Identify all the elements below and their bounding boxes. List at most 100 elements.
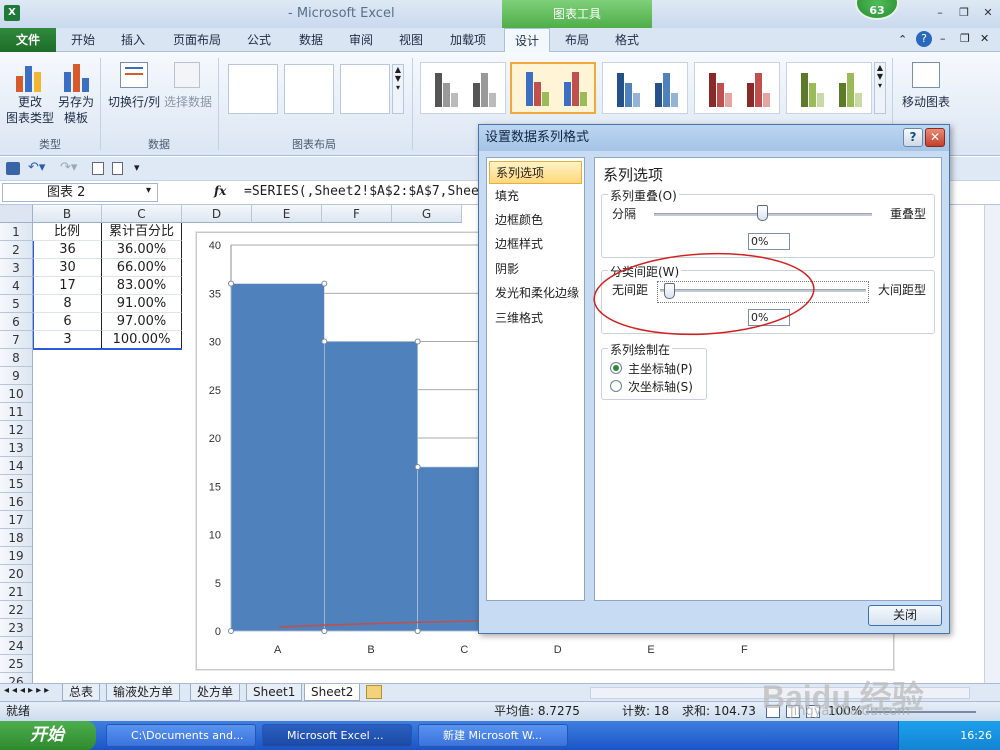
sheet-tab-summary[interactable]: 总表 [62, 684, 101, 701]
row-header[interactable]: 5 [0, 295, 33, 313]
column-header-b[interactable]: B [33, 205, 102, 223]
primary-axis-radio[interactable] [610, 362, 622, 374]
row-header[interactable]: 19 [0, 547, 33, 565]
select-data-icon[interactable] [174, 62, 200, 88]
new-document-icon[interactable] [112, 162, 123, 175]
sheet-nav-arrows-icon[interactable]: ◂◂◂▸▸▸ [4, 685, 52, 696]
row-header[interactable]: 4 [0, 277, 33, 295]
sheet-tab-sheet1[interactable]: Sheet1 [246, 684, 303, 701]
insert-function-icon[interactable]: fx [214, 184, 226, 198]
switch-row-column-button[interactable]: 切换行/列 [106, 94, 162, 110]
row-header[interactable]: 18 [0, 529, 33, 547]
nav-border-style[interactable]: 边框样式 [489, 233, 582, 256]
cell-b-value[interactable]: 36 [33, 241, 102, 259]
row-header[interactable]: 15 [0, 475, 33, 493]
row-header[interactable]: 22 [0, 601, 33, 619]
cell-c-value[interactable]: 91.00% [102, 295, 182, 313]
restore-icon[interactable]: ❐ [956, 6, 972, 20]
collapse-ribbon-icon[interactable]: ⌃ [898, 33, 907, 46]
name-box[interactable]: 图表 2 [2, 183, 158, 202]
vertical-scrollbar[interactable] [984, 205, 1000, 683]
cell-b-value[interactable]: 3 [33, 331, 102, 349]
row-header[interactable]: 10 [0, 385, 33, 403]
tab-design[interactable]: 设计 [504, 28, 550, 52]
tab-review[interactable]: 审阅 [340, 28, 382, 52]
tab-page-layout[interactable]: 页面布局 [166, 28, 228, 52]
chart-style-gray-thumbnail[interactable] [420, 62, 506, 114]
move-chart-button[interactable]: 移动图表 [898, 94, 954, 110]
chart-style-blue-thumbnail[interactable] [602, 62, 688, 114]
column-header-c[interactable]: C [102, 205, 182, 223]
excel-app-icon[interactable]: X [4, 5, 20, 21]
row-header[interactable]: 3 [0, 259, 33, 277]
cell-b-value[interactable]: 6 [33, 313, 102, 331]
customize-qat-icon[interactable]: ▾ [134, 161, 140, 174]
overlap-slider-thumb[interactable] [757, 205, 768, 221]
start-button[interactable]: 开始 [0, 721, 96, 750]
overlap-value-input[interactable]: 0% [748, 233, 790, 250]
print-preview-icon[interactable] [92, 162, 104, 175]
cell-b-value[interactable]: 17 [33, 277, 102, 295]
undo-icon[interactable]: ↶▾ [28, 160, 45, 175]
style-gallery-scroll-icon[interactable]: ▲ ▼ ▾ [874, 62, 886, 114]
tab-file[interactable]: 文件 [0, 28, 56, 52]
cell-c-value[interactable]: 83.00% [102, 277, 182, 295]
sheet-tab-sheet2[interactable]: Sheet2 [304, 684, 361, 701]
cell-c1-header[interactable]: 累计百分比 [102, 223, 182, 241]
mini-restore-icon[interactable]: ❐ [960, 32, 970, 45]
help-icon[interactable]: ? [916, 31, 932, 47]
sheet-tab-infusion[interactable]: 输液处方单 [106, 684, 181, 701]
cell-c-value[interactable]: 100.00% [102, 331, 182, 349]
row-header[interactable]: 7 [0, 331, 33, 349]
chart-style-green-thumbnail[interactable] [786, 62, 872, 114]
taskbar-excel[interactable]: Microsoft Excel ... [262, 724, 412, 747]
save-as-template-icon[interactable] [62, 60, 92, 92]
row-header[interactable]: 1 [0, 223, 33, 241]
secondary-axis-radio[interactable] [610, 380, 622, 392]
row-header[interactable]: 2 [0, 241, 33, 259]
row-header[interactable]: 16 [0, 493, 33, 511]
chart-layout-3-thumbnail[interactable] [340, 64, 390, 114]
tab-formulas[interactable]: 公式 [238, 28, 280, 52]
chart-layout-2-thumbnail[interactable] [284, 64, 334, 114]
cell-c-value[interactable]: 66.00% [102, 259, 182, 277]
row-header[interactable]: 14 [0, 457, 33, 475]
chart-layout-1-thumbnail[interactable] [228, 64, 278, 114]
save-as-template-button[interactable]: 另存为 模板 [54, 94, 98, 126]
tab-data[interactable]: 数据 [290, 28, 332, 52]
layout-gallery-scroll-icon[interactable]: ▲ ▼ ▾ [392, 64, 404, 114]
row-header[interactable]: 6 [0, 313, 33, 331]
select-all-corner[interactable] [0, 205, 33, 223]
change-chart-type-icon[interactable] [14, 60, 44, 92]
row-header[interactable]: 23 [0, 619, 33, 637]
chart-style-colorful-thumbnail-selected[interactable] [510, 62, 596, 114]
secondary-axis-label[interactable]: 次坐标轴(S) [628, 378, 693, 395]
nav-series-options[interactable]: 系列选项 [489, 161, 582, 184]
row-header[interactable]: 20 [0, 565, 33, 583]
column-header-e[interactable]: E [252, 205, 322, 223]
select-data-button[interactable]: 选择数据 [162, 94, 214, 110]
switch-row-column-icon[interactable] [120, 62, 148, 88]
nav-shadow[interactable]: 阴影 [489, 258, 582, 281]
column-header-g[interactable]: G [392, 205, 462, 223]
dialog-close-button[interactable]: 关闭 [868, 605, 942, 626]
row-header[interactable]: 11 [0, 403, 33, 421]
column-header-f[interactable]: F [322, 205, 392, 223]
insert-sheet-icon[interactable] [366, 685, 382, 699]
row-header[interactable]: 13 [0, 439, 33, 457]
cell-b1-header[interactable]: 比例 [33, 223, 102, 241]
minimize-icon[interactable]: – [932, 6, 948, 20]
tab-view[interactable]: 视图 [390, 28, 432, 52]
row-header[interactable]: 17 [0, 511, 33, 529]
close-icon[interactable]: ✕ [980, 6, 996, 20]
dialog-close-icon[interactable]: ✕ [925, 128, 945, 147]
cell-c-value[interactable]: 97.00% [102, 313, 182, 331]
cell-b-value[interactable]: 30 [33, 259, 102, 277]
row-header[interactable]: 26 [0, 673, 33, 683]
tab-layout[interactable]: 布局 [556, 28, 598, 52]
taskbar-word[interactable]: 新建 Microsoft W... [418, 724, 568, 747]
save-icon[interactable] [6, 162, 20, 175]
cell-c-value[interactable]: 36.00% [102, 241, 182, 259]
mini-minimize-icon[interactable]: – [940, 32, 946, 45]
nav-fill[interactable]: 填充 [489, 185, 582, 208]
